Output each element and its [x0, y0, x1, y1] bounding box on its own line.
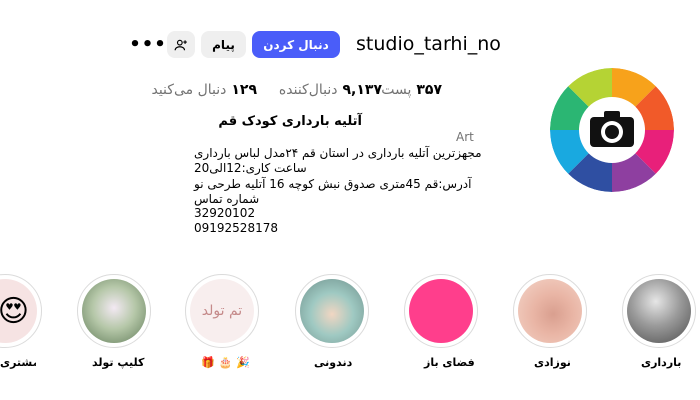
bio-line: ساعت کاری:12الی20: [194, 161, 307, 175]
bio-line: آدرس:قم 45متری صدوق نبش کوچه 16 آتلیه طر…: [194, 177, 472, 191]
highlight-cover-image: [82, 279, 146, 343]
bio-line: مجهزترین آتلیه بارداری در استان قم ۲۴مدل…: [194, 146, 482, 160]
posts-value: ۳۵۷: [416, 82, 442, 98]
highlight-label-text: رضایت مشتری: [0, 356, 36, 369]
highlight-customer-satisfaction[interactable]: 😍: [0, 274, 42, 348]
highlight-cover-image: تم تولد: [190, 279, 254, 343]
following-count[interactable]: ۱۲۹ دنبال می‌کنید: [151, 82, 257, 98]
highlight-pregnancy[interactable]: [622, 274, 696, 348]
highlight-label: نوزادی: [534, 356, 571, 369]
following-label: دنبال می‌کنید: [151, 82, 227, 98]
posts-count: ۳۵۷ پست: [381, 82, 442, 98]
bio-line: 32920102: [194, 206, 256, 220]
highlight-cover-image: [627, 279, 691, 343]
highlight-newborn[interactable]: [513, 274, 587, 348]
highlight-outdoor[interactable]: [404, 274, 478, 348]
following-value: ۱۲۹: [231, 82, 257, 98]
followers-value: ۹,۱۳۷: [342, 82, 383, 98]
profile-avatar[interactable]: [550, 68, 674, 192]
more-options-button[interactable]: •••: [129, 31, 166, 58]
bio-display-name: آتلیه بارداری کودک قم: [218, 114, 362, 129]
highlight-cover-image: [518, 279, 582, 343]
bio-line: 09192528178: [194, 221, 278, 235]
highlight-label: کلیپ تولد: [92, 356, 145, 369]
highlight-label: 🎉 🎂 🎁: [201, 356, 250, 369]
followers-count[interactable]: ۹,۱۳۷ دنبال‌کننده: [279, 82, 382, 98]
highlight-birthday-theme[interactable]: تم تولد: [185, 274, 259, 348]
highlight-label: فضای باز: [424, 356, 475, 369]
heart-eyes-emoji-icon: 😍: [0, 293, 29, 329]
posts-label: پست: [381, 82, 412, 98]
followers-label: دنبال‌کننده: [278, 82, 338, 98]
bio-category: Art: [456, 130, 474, 144]
highlight-label: بارداری: [641, 356, 682, 369]
highlight-cover-image: 😍: [0, 279, 37, 343]
profile-username: studio_tarhi_no: [356, 33, 501, 55]
highlight-teething[interactable]: [295, 274, 369, 348]
highlight-cover-image: [300, 279, 364, 343]
camera-aperture-logo: [550, 68, 674, 192]
follow-button[interactable]: دنبال کردن: [252, 31, 340, 58]
highlight-label: دندونی: [314, 356, 353, 369]
highlight-birthday-clip[interactable]: [77, 274, 151, 348]
bio-line: شماره تماس: [194, 192, 260, 206]
add-person-icon: [174, 39, 187, 50]
highlight-cover-image: [409, 279, 473, 343]
highlight-label: رضایت مشتری: [0, 356, 36, 369]
highlight-cover-text: تم تولد: [201, 303, 243, 319]
message-button[interactable]: پیام: [201, 31, 246, 58]
suggested-users-button[interactable]: [167, 31, 195, 58]
